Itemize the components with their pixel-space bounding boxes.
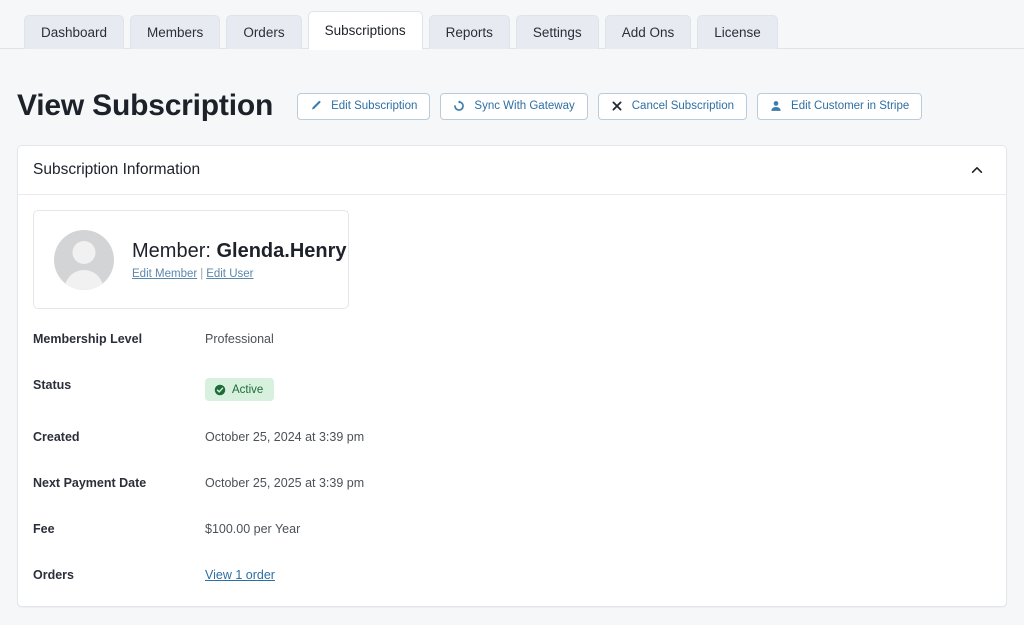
sync-with-gateway-button[interactable]: Sync With Gateway (440, 93, 587, 120)
table-row: OrdersView 1 order (33, 563, 991, 607)
row-value: October 25, 2024 at 3:39 pm (205, 428, 364, 444)
table-row: CreatedOctober 25, 2024 at 3:39 pm (33, 425, 991, 471)
page-title: View Subscription (17, 89, 273, 123)
row-label: Fee (33, 520, 205, 536)
table-row: Next Payment DateOctober 25, 2025 at 3:3… (33, 471, 991, 517)
row-label: Orders (33, 566, 205, 582)
link-separator: | (200, 268, 203, 280)
row-value: October 25, 2025 at 3:39 pm (205, 474, 364, 490)
tab-dashboard[interactable]: Dashboard (24, 15, 124, 49)
tab-license[interactable]: License (697, 15, 778, 49)
status-badge: Active (205, 378, 274, 401)
tab-add-ons[interactable]: Add Ons (605, 15, 692, 49)
avatar-placeholder-icon (54, 230, 114, 290)
panel-title: Subscription Information (33, 161, 200, 179)
chevron-up-icon[interactable] (964, 157, 990, 183)
edit-subscription-button[interactable]: Edit Subscription (297, 93, 430, 120)
member-prefix-label: Member: (132, 240, 216, 262)
table-row: Membership LevelProfessional (33, 327, 991, 373)
header-action-buttons: Edit Subscription Sync With Gateway Cancel… (297, 93, 922, 120)
table-row: Status Active (33, 373, 991, 425)
tab-orders[interactable]: Orders (226, 15, 301, 49)
cancel-subscription-button[interactable]: Cancel Subscription (598, 93, 747, 120)
row-label: Membership Level (33, 330, 205, 346)
view-orders-link[interactable]: View 1 order (205, 568, 275, 582)
row-label: Status (33, 376, 205, 392)
button-label: Sync With Gateway (474, 100, 574, 112)
row-value: $100.00 per Year (205, 520, 300, 536)
tab-members[interactable]: Members (130, 15, 220, 49)
row-value: View 1 order (205, 566, 275, 582)
pencil-icon (310, 100, 322, 112)
status-badge-label: Active (232, 384, 263, 396)
close-x-icon (611, 100, 623, 112)
edit-user-link[interactable]: Edit User (206, 268, 253, 280)
member-details: Member: Glenda.Henry Edit Member|Edit Us… (132, 240, 347, 280)
member-name-line: Member: Glenda.Henry (132, 240, 347, 263)
edit-customer-in-stripe-button[interactable]: Edit Customer in Stripe (757, 93, 922, 120)
tab-settings[interactable]: Settings (516, 15, 599, 49)
button-label: Edit Customer in Stripe (791, 100, 909, 112)
page-header: View Subscription Edit Subscription Sync … (17, 82, 1007, 130)
tab-reports[interactable]: Reports (429, 15, 510, 49)
row-label: Created (33, 428, 205, 444)
button-label: Cancel Subscription (632, 100, 734, 112)
row-value: Professional (205, 330, 274, 346)
check-circle-icon (214, 384, 226, 396)
panel-body: Member: Glenda.Henry Edit Member|Edit Us… (18, 195, 1006, 607)
row-value: Active (205, 376, 274, 401)
table-row: Fee$100.00 per Year (33, 517, 991, 563)
row-label: Next Payment Date (33, 474, 205, 490)
member-card: Member: Glenda.Henry Edit Member|Edit Us… (33, 210, 349, 309)
button-label: Edit Subscription (331, 100, 417, 112)
subscription-information-panel: Subscription Information Member: Glenda.… (17, 145, 1007, 607)
tab-subscriptions[interactable]: Subscriptions (308, 11, 423, 49)
subscription-detail-rows: Membership LevelProfessional Status Active… (33, 327, 991, 607)
edit-member-link[interactable]: Edit Member (132, 268, 197, 280)
sync-icon (453, 100, 465, 112)
app-page: DashboardMembersOrdersSubscriptionsRepor… (0, 0, 1024, 625)
user-icon (770, 100, 782, 112)
panel-header: Subscription Information (18, 146, 1006, 195)
member-links: Edit Member|Edit User (132, 268, 347, 280)
member-name: Glenda.Henry (216, 240, 346, 262)
main-tab-bar: DashboardMembersOrdersSubscriptionsRepor… (0, 0, 1024, 49)
